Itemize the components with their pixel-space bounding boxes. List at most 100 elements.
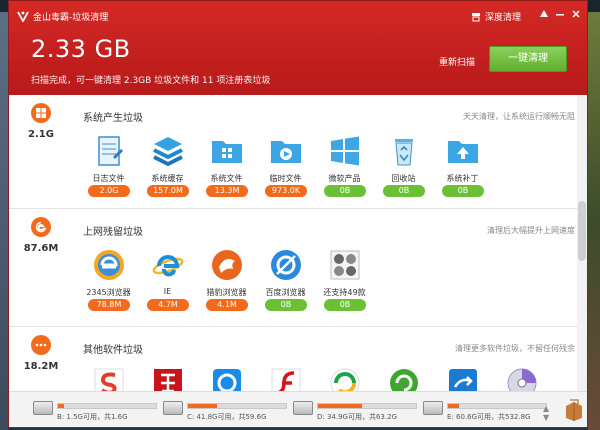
software-item[interactable] [315, 365, 374, 391]
software-item[interactable] [374, 365, 433, 391]
one-click-clean-button[interactable]: 一键清理 [489, 46, 567, 72]
item-size-badge: 0B [324, 185, 366, 197]
category-size: 2.1G [28, 129, 54, 140]
item-name: 2345浏览器 [86, 288, 131, 297]
item-name: 猎豹浏览器 [206, 288, 247, 297]
junk-item-log-files[interactable]: 日志文件 2.0G [79, 133, 138, 203]
minimize-icon[interactable] [553, 7, 567, 21]
qq-browser-icon [213, 369, 241, 391]
drive-usage-track [57, 403, 157, 409]
item-name: 微软产品 [328, 174, 361, 183]
windows-icon [31, 103, 51, 123]
total-junk-size: 2.33 GB [31, 35, 131, 63]
item-size-badge: 0B [265, 299, 307, 311]
sync-icon [449, 369, 477, 391]
software-item[interactable] [256, 365, 315, 391]
flash-icon [271, 368, 301, 391]
junk-item-liebao-browser[interactable]: 猎豹浏览器 4.1M [197, 247, 256, 317]
item-name: 系统文件 [210, 174, 243, 183]
category-title: 其他软件垃圾 [83, 345, 143, 356]
microsoft-icon [331, 136, 359, 166]
drive-c[interactable]: C: 41.8G可用，共59.6G [163, 398, 293, 424]
deep-clean-label: 深度清理 [485, 13, 522, 23]
scan-summary: 扫描完成，可一键清理 2.3GB 垃圾文件和 11 项注册表垃圾 [31, 76, 271, 86]
system-folder-icon [212, 141, 242, 163]
other-software-items [79, 365, 551, 391]
cache-stack-icon [153, 137, 183, 167]
drive-usage-track [317, 403, 417, 409]
browser-icon [31, 217, 51, 237]
item-size-badge: 4.7M [147, 299, 189, 311]
category-title: 上网残留垃圾 [83, 227, 143, 238]
drive-label: C: 41.8G可用，共59.6G [187, 413, 267, 421]
software-item[interactable] [492, 365, 551, 391]
junk-item-recycle-bin[interactable]: 回收站 0B [374, 133, 433, 203]
item-size-badge: 2.0G [88, 185, 130, 197]
junk-item-more-browsers[interactable]: 还支持49款 0B [315, 247, 374, 317]
item-name: 百度浏览器 [265, 288, 306, 297]
toolbox-icon[interactable] [565, 398, 583, 422]
liebao-browser-icon [212, 250, 242, 280]
drive-label: B: 1.5G可用，共1.6G [57, 413, 128, 421]
junk-category-list[interactable]: 2.1G 系统产生垃圾 天天清理，让系统运行顺畅无阻 日志文件 2.0G 系统缓… [9, 95, 587, 391]
drive-usage-fill [58, 404, 64, 408]
junk-item-baidu-browser[interactable]: 百度浏览器 0B [256, 247, 315, 317]
driver-icon [154, 369, 182, 391]
junk-item-microsoft-products[interactable]: 微软产品 0B [315, 133, 374, 203]
drive-b[interactable]: B: 1.5G可用，共1.6G [33, 398, 163, 424]
software-item[interactable] [79, 365, 138, 391]
item-name: 日志文件 [92, 174, 125, 183]
drive-usage-fill [318, 404, 363, 408]
title-bar[interactable]: 金山毒霸-垃圾清理 深度清理 [9, 1, 587, 29]
hard-drive-icon [163, 401, 183, 415]
junk-item-system-cache[interactable]: 系统缓存 157.0M [138, 133, 197, 203]
item-size-badge: 0B [442, 185, 484, 197]
item-size-badge: 4.1M [206, 299, 248, 311]
software-item[interactable] [138, 365, 197, 391]
duba-logo-icon [17, 11, 29, 22]
log-file-icon [98, 136, 123, 166]
deep-clean-button[interactable]: 深度清理 [471, 10, 521, 23]
item-size-badge: 78.8M [88, 299, 130, 311]
scrollbar-thumb[interactable] [578, 201, 586, 261]
close-icon[interactable] [569, 7, 583, 21]
rescan-link[interactable]: 重新扫描 [439, 55, 475, 68]
drive-label: E: 60.6G可用，共532.8G [447, 413, 531, 421]
category-title: 系统产生垃圾 [83, 113, 143, 124]
system-junk-items: 日志文件 2.0G 系统缓存 157.0M 系统文件 13.3M 临时文件 97… [79, 133, 492, 203]
drive-usage-fill [448, 404, 459, 408]
desktop-left-edge [0, 12, 8, 430]
category-size: 18.2M [23, 361, 59, 372]
drive-usage-track [187, 403, 287, 409]
skin-icon[interactable] [537, 7, 551, 21]
item-size-badge: 0B [383, 185, 425, 197]
broom-icon [472, 12, 480, 21]
sogou-icon [94, 368, 124, 391]
junk-item-temp-files[interactable]: 临时文件 973.0K [256, 133, 315, 203]
drive-e[interactable]: E: 60.6G可用，共532.8G [423, 398, 553, 424]
hard-drive-icon [293, 401, 313, 415]
software-item[interactable] [433, 365, 492, 391]
360-icon [330, 368, 360, 391]
collapse-arrow-icon[interactable]: ▲ ▼ [543, 404, 549, 422]
section-internet-junk: 87.6M 上网残留垃圾 清理后大幅提升上网速度 2345浏览器 78.8M I… [9, 209, 587, 327]
more-icon [31, 335, 51, 355]
ie-icon [152, 255, 184, 277]
content-scrollbar[interactable] [577, 95, 587, 391]
junk-item-ie[interactable]: IE 4.7M [138, 247, 197, 317]
item-name: 回收站 [391, 174, 416, 183]
junk-item-system-patches[interactable]: 系统补丁 0B [433, 133, 492, 203]
temp-folder-icon [271, 141, 301, 163]
junk-item-2345-browser[interactable]: 2345浏览器 78.8M [79, 247, 138, 317]
item-size-badge: 973.0K [265, 185, 307, 197]
software-item[interactable] [197, 365, 256, 391]
drive-d[interactable]: D: 34.9G可用，共63.2G [293, 398, 423, 424]
junk-item-system-files[interactable]: 系统文件 13.3M [197, 133, 256, 203]
disk-usage-bar: B: 1.5G可用，共1.6G C: 41.8G可用，共59.6G D: 34.… [9, 391, 587, 427]
browser-2345-icon [94, 250, 124, 280]
update-icon [390, 369, 418, 391]
section-system-junk: 2.1G 系统产生垃圾 天天清理，让系统运行顺畅无阻 日志文件 2.0G 系统缓… [9, 95, 587, 209]
hard-drive-icon [423, 401, 443, 415]
section-other-software-junk: 18.2M 其他软件垃圾 清理更多软件垃圾，不留任何残余 [9, 327, 587, 391]
drive-usage-fill [188, 404, 218, 408]
